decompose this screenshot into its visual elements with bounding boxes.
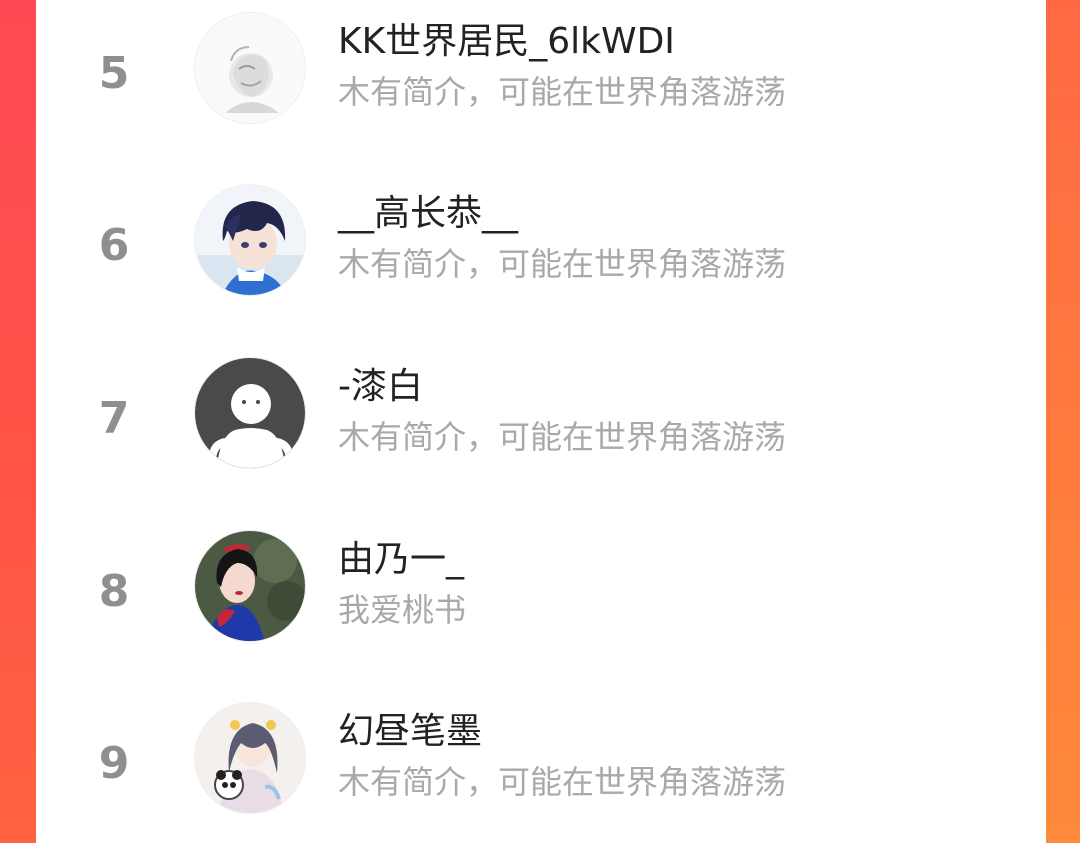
default-user-avatar-icon[interactable] — [194, 357, 306, 469]
ranking-row[interactable]: 8 由乃一_ 我爱桃书 — [36, 518, 1046, 690]
ranking-row[interactable]: 9 幻昼笔墨 木有简介，可能在世界角落游荡 — [36, 690, 1046, 843]
user-name[interactable]: __高长恭__ — [338, 190, 518, 238]
user-bio: 我爱桃书 — [338, 591, 467, 629]
user-name[interactable]: 幻昼笔墨 — [338, 708, 482, 756]
user-bio: 木有简介，可能在世界角落游荡 — [338, 763, 787, 801]
user-bio: 木有简介，可能在世界角落游荡 — [338, 418, 787, 456]
ranking-row[interactable]: 5 KK世界居民_6lkWDI 木有简介，可能在世界角落游荡 — [36, 0, 1046, 172]
user-bio: 木有简介，可能在世界角落游荡 — [338, 73, 787, 111]
anime-boy-avatar-icon[interactable] — [194, 184, 306, 296]
ranking-list-panel: 5 KK世界居民_6lkWDI 木有简介，可能在世界角落游荡 6 __高长恭__… — [36, 0, 1046, 843]
user-name[interactable]: KK世界居民_6lkWDI — [338, 18, 675, 66]
rank-number: 7 — [98, 393, 130, 444]
sketch-avatar-icon[interactable] — [194, 12, 306, 124]
rank-number: 9 — [98, 738, 130, 789]
right-gradient-border — [1046, 0, 1080, 843]
rank-number: 8 — [98, 566, 130, 617]
user-name[interactable]: -漆白 — [338, 363, 423, 411]
ranking-row[interactable]: 6 __高长恭__ 木有简介，可能在世界角落游荡 — [36, 172, 1046, 344]
anime-girl-panda-avatar-icon[interactable] — [194, 702, 306, 814]
left-gradient-border — [0, 0, 36, 843]
user-bio: 木有简介，可能在世界角落游荡 — [338, 245, 787, 283]
user-name[interactable]: 由乃一_ — [338, 536, 464, 584]
rank-number: 5 — [98, 48, 130, 99]
ranking-row[interactable]: 7 -漆白 木有简介，可能在世界角落游荡 — [36, 345, 1046, 517]
rank-number: 6 — [98, 220, 130, 271]
snow-white-avatar-icon[interactable] — [194, 530, 306, 642]
